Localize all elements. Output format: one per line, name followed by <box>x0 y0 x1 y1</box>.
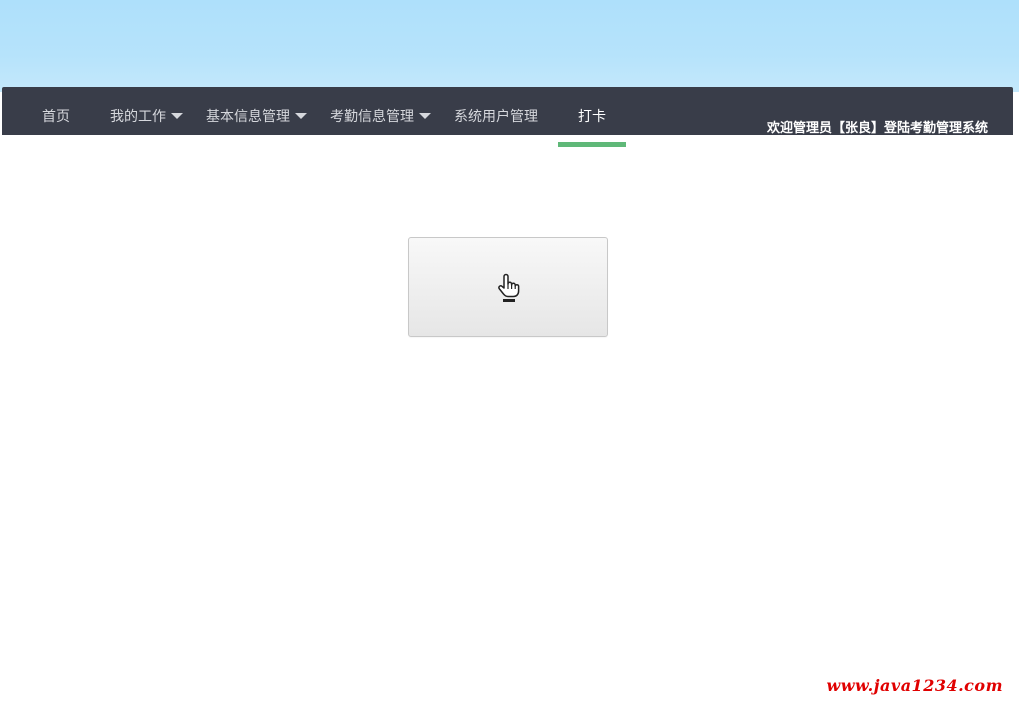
welcome-message: 欢迎管理员【张良】登陆考勤管理系统 <box>766 121 988 136</box>
caret-down-icon <box>419 113 431 119</box>
pointing-hand-icon <box>495 271 521 303</box>
nav-item-my-work[interactable]: 我的工作 <box>110 87 183 135</box>
header-banner <box>0 0 1019 92</box>
active-tab-indicator <box>558 142 626 147</box>
nav-item-basic-info-management[interactable]: 基本信息管理 <box>206 87 307 135</box>
nav-item-punch-in[interactable]: 打卡 <box>578 87 606 135</box>
nav-item-label: 考勤信息管理 <box>330 109 414 125</box>
nav-item-label: 系统用户管理 <box>454 109 538 125</box>
caret-down-icon <box>295 113 307 119</box>
punch-in-button[interactable] <box>408 237 608 337</box>
top-navbar: 首页 我的工作 基本信息管理 考勤信息管理 系统用户管理 打卡 欢迎管理员【张良… <box>2 87 1013 136</box>
page: 首页 我的工作 基本信息管理 考勤信息管理 系统用户管理 打卡 欢迎管理员【张良… <box>0 0 1019 709</box>
nav-item-system-user-management[interactable]: 系统用户管理 <box>454 87 538 135</box>
caret-down-icon <box>171 113 183 119</box>
nav-item-label: 打卡 <box>578 109 606 125</box>
nav-item-attendance-info-management[interactable]: 考勤信息管理 <box>330 87 431 135</box>
site-watermark: www.java1234.com <box>826 676 1003 695</box>
nav-item-label: 基本信息管理 <box>206 109 290 125</box>
nav-item-home[interactable]: 首页 <box>42 87 70 135</box>
nav-item-label: 我的工作 <box>110 109 166 125</box>
nav-item-label: 首页 <box>42 109 70 125</box>
